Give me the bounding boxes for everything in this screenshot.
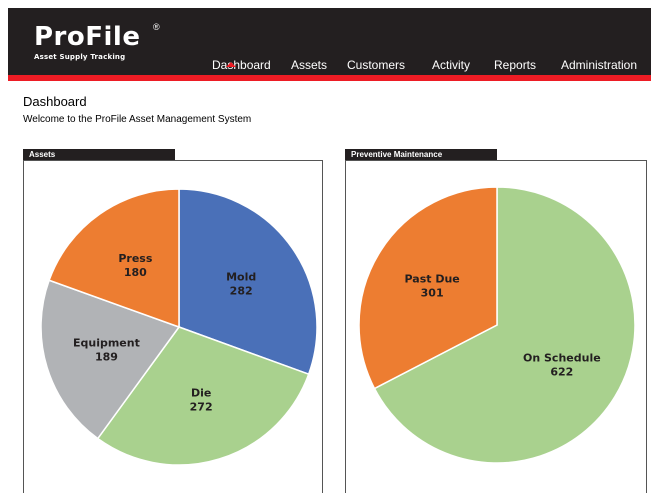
nav-dashboard[interactable]: Dashboard bbox=[212, 58, 271, 72]
slice-value-past-due: 301 bbox=[421, 287, 444, 300]
nav-customers[interactable]: Customers bbox=[347, 58, 405, 72]
nav-reports[interactable]: Reports bbox=[494, 58, 536, 72]
registered-mark: ® bbox=[153, 22, 160, 32]
nav-administration[interactable]: Administration bbox=[561, 58, 637, 72]
slice-value-on-schedule: 622 bbox=[550, 365, 573, 378]
slice-value-press: 180 bbox=[124, 266, 147, 279]
assets-pie-chart: Mold282 Die272 Equipment189 Press180 bbox=[40, 188, 318, 466]
nav-activity[interactable]: Activity bbox=[432, 58, 470, 72]
slice-label-press: Press bbox=[118, 252, 152, 265]
slice-label-equipment: Equipment bbox=[73, 336, 140, 349]
slice-label-past-due: Past Due bbox=[405, 273, 460, 286]
logo: ProFile bbox=[34, 22, 141, 52]
slice-value-mold: 282 bbox=[230, 284, 253, 297]
main-nav: Dashboard Assets Customers Activity Repo… bbox=[8, 58, 651, 75]
slice-label-mold: Mold bbox=[226, 270, 256, 283]
assets-panel: Mold 282 Die 272 Equipment 189 Press 180 bbox=[23, 160, 323, 493]
page-title: Dashboard bbox=[23, 94, 87, 109]
slice-value-equipment: 189 bbox=[95, 350, 118, 363]
slice-label-die: Die bbox=[191, 387, 211, 400]
maintenance-panel: On Schedule 622 Past Due 301 bbox=[345, 160, 647, 493]
maintenance-pie-chart: On Schedule622 Past Due301 bbox=[358, 186, 636, 464]
slice-label-on-schedule: On Schedule bbox=[523, 351, 601, 364]
top-bar: ProFile ® Asset Supply Tracking Dashboar… bbox=[8, 8, 651, 75]
slice-value-die: 272 bbox=[190, 401, 213, 414]
accent-bar bbox=[8, 75, 651, 81]
active-nav-indicator bbox=[226, 62, 236, 67]
nav-assets[interactable]: Assets bbox=[291, 58, 327, 72]
welcome-text: Welcome to the ProFile Asset Management … bbox=[23, 114, 252, 125]
